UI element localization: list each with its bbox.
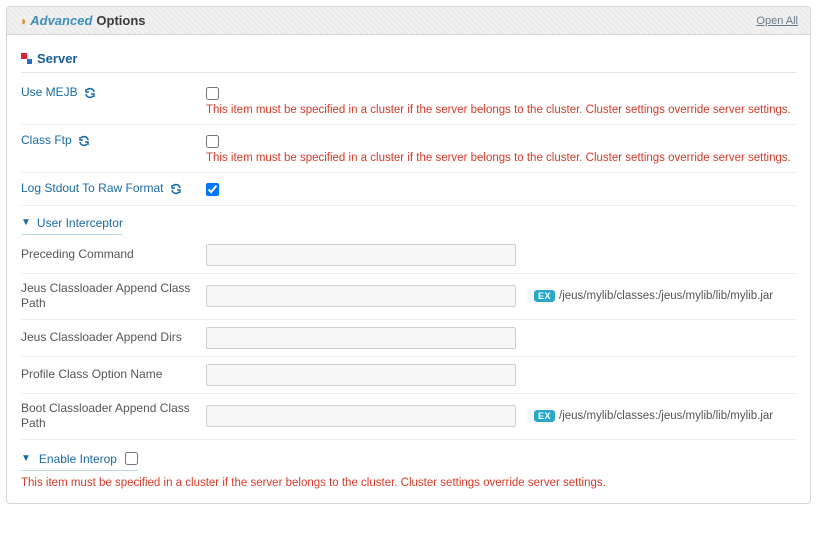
label-log-stdout-text: Log Stdout To Raw Format [21,181,164,197]
label-use-mejb-text: Use MEJB [21,85,78,101]
row-use-mejb: Use MEJB This item must be specified in … [21,77,796,125]
row-log-stdout: Log Stdout To Raw Format [21,173,796,206]
label-preceding-command: Preceding Command [21,247,196,263]
hint-text: /jeus/mylib/classes:/jeus/mylib/lib/myli… [559,410,773,422]
label-boot-append-classpath: Boot Classloader Append Class Path [21,401,196,432]
enable-interop-section: ▼ Enable Interop This item must be speci… [21,450,796,489]
input-boot-append-classpath[interactable] [206,405,516,427]
checkbox-class-ftp[interactable] [206,135,219,148]
control-log-stdout [206,181,796,196]
refresh-icon [78,135,90,147]
checkbox-enable-interop[interactable] [125,452,138,465]
input-jeus-append-classpath[interactable] [206,285,516,307]
warn-class-ftp: This item must be specified in a cluster… [206,152,796,164]
user-interceptor-section: ▼ User Interceptor [21,214,796,235]
label-jeus-append-classpath: Jeus Classloader Append Class Path [21,281,196,312]
row-jeus-append-classpath: Jeus Classloader Append Class Path EX /j… [21,274,796,320]
row-preceding-command: Preceding Command [21,237,796,274]
server-section-header: Server [21,45,796,73]
title-options: Options [96,13,145,28]
server-section-title: Server [37,51,77,66]
warn-use-mejb: This item must be specified in a cluster… [206,104,796,116]
warn-enable-interop: This item must be specified in a cluster… [21,477,796,489]
panel-title: ◑ Advanced Options [19,13,146,28]
enable-interop-title: Enable Interop [39,452,117,466]
title-advanced: Advanced [30,13,92,28]
ex-badge-icon: EX [534,410,555,422]
row-boot-append-classpath: Boot Classloader Append Class Path EX /j… [21,394,796,440]
control-class-ftp: This item must be specified in a cluster… [206,133,796,164]
collapse-icon: ▼ [21,453,31,464]
row-class-ftp: Class Ftp This item must be specified in… [21,125,796,173]
label-profile-class-option: Profile Class Option Name [21,367,196,383]
server-icon [21,53,32,64]
label-jeus-append-dirs: Jeus Classloader Append Dirs [21,330,196,346]
collapse-icon: ▼ [21,217,31,228]
ex-badge-icon: EX [534,290,555,302]
checkbox-use-mejb[interactable] [206,87,219,100]
input-jeus-append-dirs[interactable] [206,327,516,349]
enable-interop-header[interactable]: ▼ Enable Interop [21,450,138,471]
hint-jeus-append-classpath: EX /jeus/mylib/classes:/jeus/mylib/lib/m… [534,290,773,302]
input-preceding-command[interactable] [206,244,516,266]
checkbox-log-stdout[interactable] [206,183,219,196]
refresh-icon [170,183,182,195]
row-jeus-append-dirs: Jeus Classloader Append Dirs [21,320,796,357]
label-class-ftp-text: Class Ftp [21,133,72,149]
label-log-stdout[interactable]: Log Stdout To Raw Format [21,181,196,197]
hint-boot-append-classpath: EX /jeus/mylib/classes:/jeus/mylib/lib/m… [534,410,773,422]
label-use-mejb[interactable]: Use MEJB [21,85,196,101]
user-interceptor-header[interactable]: ▼ User Interceptor [21,214,123,235]
open-all-link[interactable]: Open All [756,15,798,27]
panel-header: ◑ Advanced Options Open All [7,7,810,35]
warning-icon: ◑ [19,14,26,28]
refresh-icon [84,87,96,99]
label-class-ftp[interactable]: Class Ftp [21,133,196,149]
control-use-mejb: This item must be specified in a cluster… [206,85,796,116]
row-profile-class-option: Profile Class Option Name [21,357,796,394]
advanced-options-panel: ◑ Advanced Options Open All Server Use M… [6,6,811,504]
hint-text: /jeus/mylib/classes:/jeus/mylib/lib/myli… [559,290,773,302]
panel-body: Server Use MEJB This item must be specif… [7,35,810,503]
user-interceptor-title: User Interceptor [37,216,123,230]
input-profile-class-option[interactable] [206,364,516,386]
